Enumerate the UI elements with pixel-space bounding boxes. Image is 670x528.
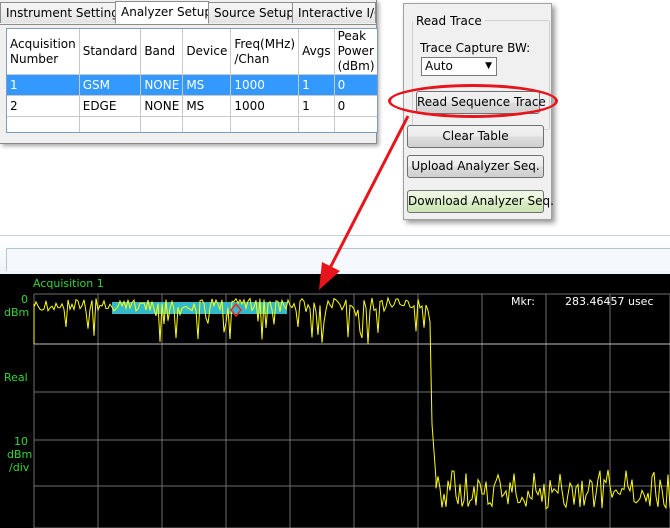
annotation-ellipse bbox=[388, 84, 558, 118]
acquisition-title: Acquisition 1 bbox=[33, 277, 104, 290]
table-cell[interactable]: 2 bbox=[7, 95, 80, 117]
scale-value-label: 10 bbox=[14, 435, 28, 448]
table-cell[interactable] bbox=[334, 116, 377, 132]
table-cell[interactable]: 1 bbox=[298, 74, 335, 96]
tab-strip: Instrument Settings Analyzer Setup Sourc… bbox=[0, 1, 376, 25]
ref-value-label: 0 bbox=[21, 293, 28, 306]
trace-capture-bw-label: Trace Capture BW: bbox=[420, 41, 531, 55]
table-cell[interactable] bbox=[182, 116, 232, 132]
col-header-device[interactable]: Device bbox=[182, 29, 232, 75]
read-trace-title: Read Trace bbox=[413, 14, 485, 28]
table-row[interactable]: 2 EDGE NONE MS 1000 1 0 bbox=[7, 95, 377, 117]
acquisition-table[interactable]: Acquisition Number Standard Band Device … bbox=[6, 28, 378, 133]
trace-line bbox=[33, 296, 670, 510]
col-header-acquisition[interactable]: Acquisition Number bbox=[7, 29, 80, 75]
download-analyzer-seq-button[interactable]: Download Analyzer Seq. bbox=[407, 190, 554, 213]
sequence-table-panel: Instrument Settings Analyzer Setup Sourc… bbox=[0, 0, 378, 144]
chevron-down-icon[interactable]: ▼ bbox=[485, 58, 492, 75]
col-header-standard[interactable]: Standard bbox=[79, 29, 142, 75]
scale-div-label: /div bbox=[9, 461, 30, 474]
table-cell[interactable]: GSM bbox=[79, 74, 142, 96]
table-cell[interactable]: 1 bbox=[298, 95, 335, 117]
ref-unit-label: dBm bbox=[4, 306, 30, 319]
clear-table-button[interactable]: Clear Table bbox=[407, 125, 544, 148]
table-cell[interactable]: 1000 bbox=[230, 74, 300, 96]
trace-plot[interactable]: Acquisition 1 0 dBm Real 10 dBm /div Mkr… bbox=[0, 274, 670, 528]
trace-capture-bw-select[interactable]: Auto ▼ bbox=[421, 57, 497, 76]
trace-capture-bw-value: Auto bbox=[425, 59, 453, 73]
table-cell[interactable] bbox=[7, 116, 80, 132]
format-label: Real bbox=[4, 371, 28, 384]
col-header-peak-power[interactable]: Peak Power (dBm) bbox=[334, 29, 377, 75]
col-header-freq[interactable]: Freq(MHz) /Chan bbox=[230, 29, 300, 75]
plot-toolbar-strip bbox=[0, 235, 670, 275]
table-cell[interactable] bbox=[230, 116, 300, 132]
table-cell[interactable] bbox=[79, 116, 142, 132]
marker-label: Mkr: bbox=[511, 295, 535, 308]
table-cell[interactable]: NONE bbox=[140, 95, 184, 117]
table-cell[interactable]: 0 bbox=[334, 74, 377, 96]
table-header-row: Acquisition Number Standard Band Device … bbox=[7, 29, 377, 75]
table-cell[interactable]: MS bbox=[182, 95, 232, 117]
table-cell[interactable] bbox=[298, 116, 335, 132]
table-cell[interactable] bbox=[140, 116, 184, 132]
table-cell[interactable]: EDGE bbox=[79, 95, 142, 117]
upload-analyzer-seq-button[interactable]: Upload Analyzer Seq. bbox=[407, 155, 544, 178]
plot-tab-bar bbox=[6, 248, 670, 271]
table-row[interactable]: 1 GSM NONE MS 1000 1 0 bbox=[7, 74, 377, 96]
table-cell[interactable]: 1 bbox=[7, 74, 80, 96]
col-header-avgs[interactable]: Avgs bbox=[298, 29, 335, 75]
table-cell[interactable]: 0 bbox=[334, 95, 377, 117]
table-row-empty[interactable] bbox=[7, 116, 377, 132]
marker-readout: 283.46457 usec bbox=[565, 295, 654, 308]
table-cell[interactable]: MS bbox=[182, 74, 232, 96]
col-header-band[interactable]: Band bbox=[140, 29, 184, 75]
tab-analyzer-setup[interactable]: Analyzer Setup bbox=[115, 1, 209, 24]
tab-instrument-settings[interactable]: Instrument Settings bbox=[0, 2, 116, 23]
trace-plot-svg bbox=[33, 293, 670, 528]
table-cell[interactable]: NONE bbox=[140, 74, 184, 96]
tab-interactive-io[interactable]: Interactive I/O bbox=[292, 2, 376, 23]
plot-gridlines bbox=[33, 293, 670, 528]
scale-unit-label: dBm bbox=[7, 448, 33, 461]
tab-source-setup[interactable]: Source Setup bbox=[208, 2, 293, 23]
table-cell[interactable]: 1000 bbox=[230, 95, 300, 117]
